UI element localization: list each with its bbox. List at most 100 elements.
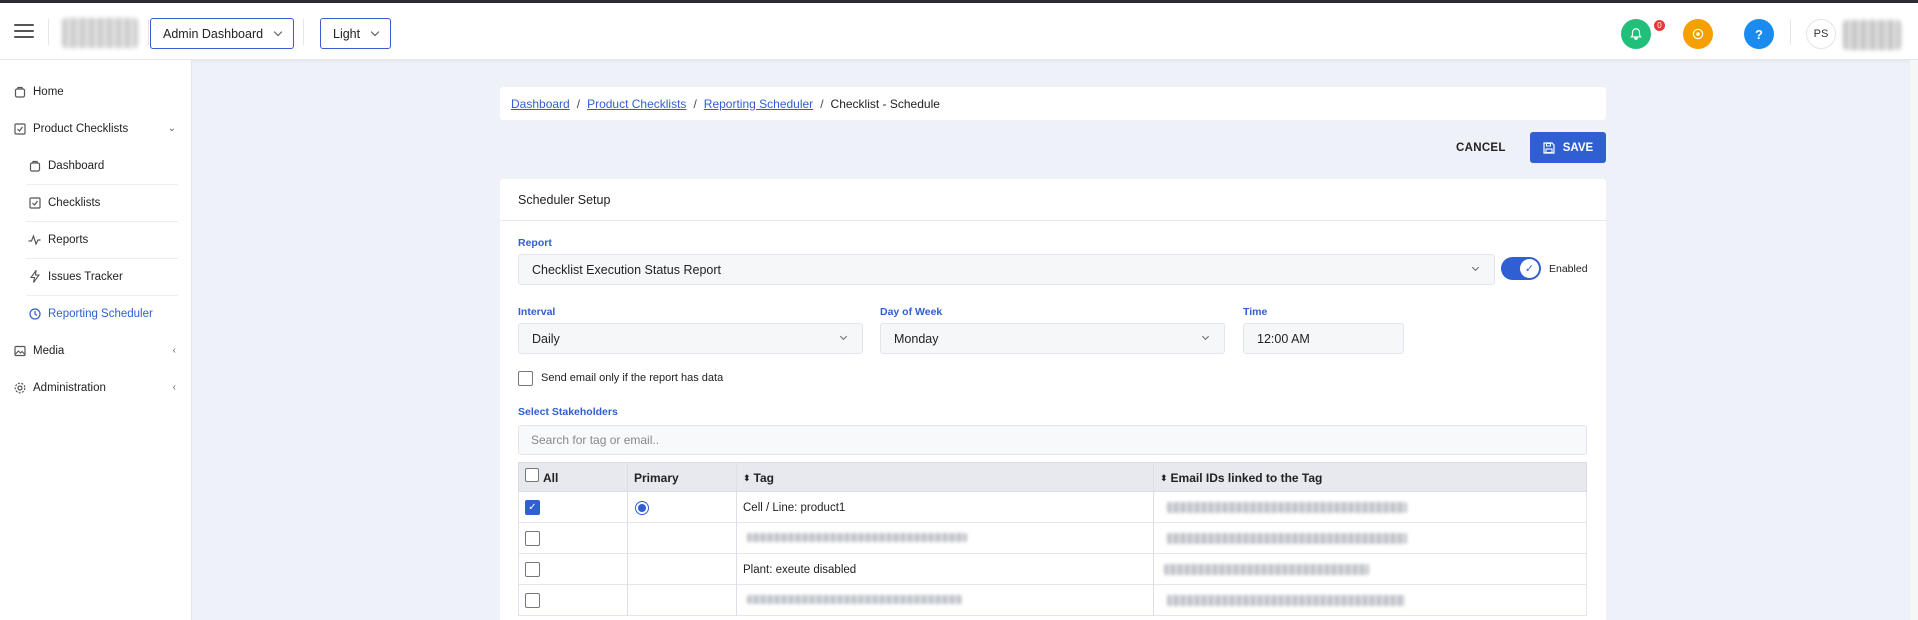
column-divider [627,463,628,493]
email-cell [1167,502,1407,513]
row-checkbox[interactable] [525,531,540,546]
breadcrumb-link-product-checklists[interactable]: Product Checklists [587,97,686,111]
table-row[interactable] [518,585,1587,616]
check-icon: ✓ [1520,259,1539,278]
chevron-down-icon [839,332,848,341]
breadcrumb: Dashboard / Product Checklists / Reporti… [500,87,1606,120]
column-divider [1153,523,1154,554]
chevron-down-icon [273,27,283,37]
breadcrumb-link-dashboard[interactable]: Dashboard [511,97,570,111]
interval-select[interactable]: Daily [518,323,863,354]
card-divider [500,220,1606,221]
cancel-button[interactable]: CANCEL [1456,133,1506,163]
enabled-toggle[interactable]: ✓ [1501,257,1541,280]
tag-cell: Cell / Line: product1 [743,501,846,514]
column-divider [736,492,737,523]
header-email[interactable]: ⬍ Email IDs linked to the Tag [1160,463,1322,493]
settings-button[interactable] [1683,19,1713,49]
report-label: Report [518,237,552,249]
time-input[interactable]: 12:00 AM [1243,323,1404,354]
sidebar-item-dashboard[interactable]: Dashboard [0,147,192,184]
lightning-icon [28,270,41,283]
column-divider [627,554,628,585]
breadcrumb-current: Checklist - Schedule [830,96,940,111]
report-select[interactable]: Checklist Execution Status Report [518,254,1495,285]
column-divider [736,463,737,493]
time-label: Time [1243,306,1268,318]
chevron-left-icon: ‹ [172,345,176,356]
table-row[interactable] [518,523,1587,554]
sidebar-item-label: Issues Tracker [48,270,123,283]
dashboard-select[interactable]: Admin Dashboard [150,18,295,49]
sort-icon: ⬍ [1160,472,1168,483]
sidebar-item-reporting-scheduler[interactable]: Reporting Scheduler [0,295,192,332]
sidebar-item-home[interactable]: Home [0,73,192,110]
scheduler-setup-card: Scheduler Setup Report Checklist Executi… [500,179,1606,620]
table-row[interactable]: Plant: exeute disabled [518,554,1587,585]
day-of-week-select[interactable]: Monday [880,323,1225,354]
header-tag[interactable]: ⬍ Tag [743,463,774,493]
report-select-value: Checklist Execution Status Report [532,262,721,277]
day-of-week-select-value: Monday [894,331,939,346]
save-button-label: SAVE [1562,141,1594,154]
dashboard-icon [28,159,41,172]
column-divider [1153,463,1154,493]
theme-select[interactable]: Light [320,18,392,49]
interval-select-value: Daily [532,331,560,346]
user-name[interactable] [1843,20,1901,50]
sidebar-item-media[interactable]: Media ‹ [0,332,192,369]
sidebar-item-reports[interactable]: Reports [0,221,192,258]
save-icon [1543,141,1555,154]
target-icon [1692,28,1704,40]
page-scrollbar[interactable] [1910,60,1918,620]
column-divider [627,492,628,523]
column-divider [736,585,737,616]
chevron-down-icon [1471,263,1480,272]
stakeholders-label: Select Stakeholders [518,406,618,418]
menu-icon[interactable] [14,24,34,38]
header-all[interactable]: All [525,463,558,493]
column-divider [736,523,737,554]
interval-label: Interval [518,306,556,318]
column-divider [736,554,737,585]
dashboard-select-label: Admin Dashboard [163,26,264,41]
sort-icon: ⬍ [743,472,751,483]
save-button[interactable]: SAVE [1530,132,1606,163]
header-primary: Primary [634,471,679,485]
sidebar-item-checklists[interactable]: Checklists [0,184,192,221]
select-all-checkbox[interactable] [525,468,539,482]
row-checkbox[interactable] [525,593,540,608]
column-divider [1153,585,1154,616]
stakeholder-search-input[interactable]: Search for tag or email.. [518,425,1587,455]
send-only-data-checkbox[interactable] [518,371,533,386]
breadcrumb-separator: / [693,96,697,111]
header-divider [1790,19,1791,45]
sidebar-item-label: Administration [33,381,106,394]
gear-icon [13,381,26,394]
table-row[interactable]: ✓ Cell / Line: product1 [518,492,1587,523]
reports-icon [28,233,41,246]
header-divider [148,19,149,45]
send-only-data-label: Send email only if the report has data [541,372,724,384]
column-divider [1153,554,1154,585]
primary-radio[interactable] [635,492,649,523]
sidebar-item-label: Reports [48,233,89,246]
help-button[interactable]: ? [1744,19,1774,49]
help-icon: ? [1755,26,1763,42]
tag-cell [747,533,967,542]
sidebar-item-label: Media [33,344,65,357]
user-avatar[interactable]: PS [1806,19,1836,49]
theme-select-label: Light [333,26,361,41]
sidebar-item-label: Product Checklists [33,122,129,135]
notification-button[interactable] [1621,19,1651,49]
sidebar-item-administration[interactable]: Administration ‹ [0,369,192,406]
sidebar-item-label: Home [33,85,64,98]
row-checkbox[interactable]: ✓ [525,500,540,515]
tag-cell: Plant: exeute disabled [743,563,857,576]
row-checkbox[interactable] [525,562,540,577]
sidebar-item-product-checklists[interactable]: Product Checklists ⌄ [0,110,192,147]
breadcrumb-link-reporting-scheduler[interactable]: Reporting Scheduler [704,97,813,111]
sidebar-item-issues-tracker[interactable]: Issues Tracker [0,258,192,295]
sidebar: Home Product Checklists ⌄ Dashboard Chec… [0,60,192,620]
checklists-icon [28,196,41,209]
